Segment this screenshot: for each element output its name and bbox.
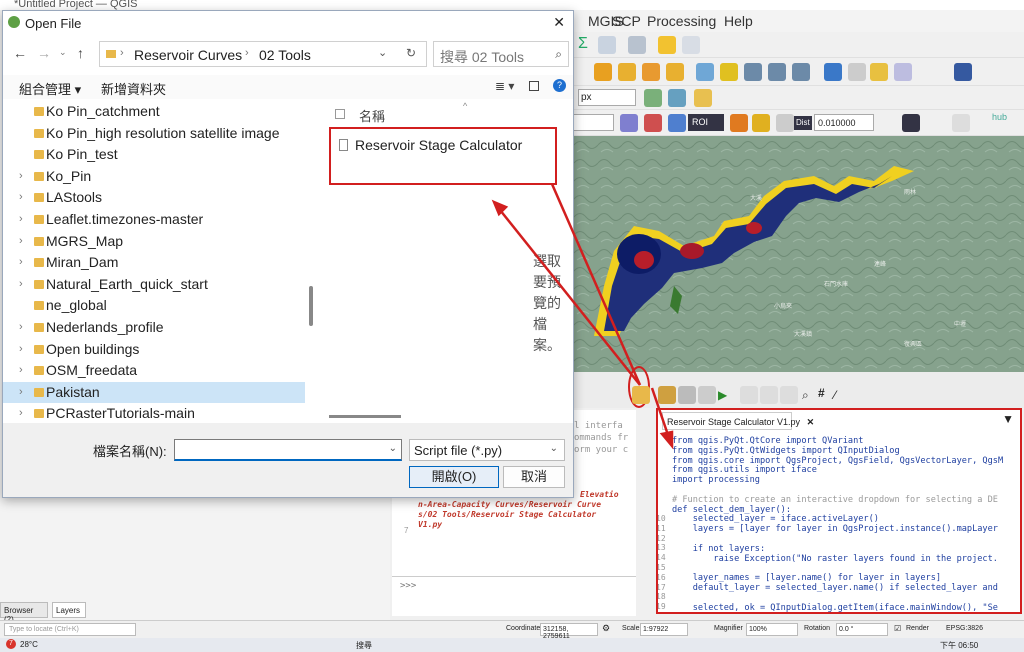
arrow-to-file — [550, 183, 642, 386]
arrow-to-tree — [499, 209, 641, 386]
arrow-head-tree — [491, 199, 509, 217]
arrow-to-editor — [650, 387, 670, 436]
arrow-head-editor — [659, 430, 674, 450]
annotation-arrows — [491, 183, 674, 450]
